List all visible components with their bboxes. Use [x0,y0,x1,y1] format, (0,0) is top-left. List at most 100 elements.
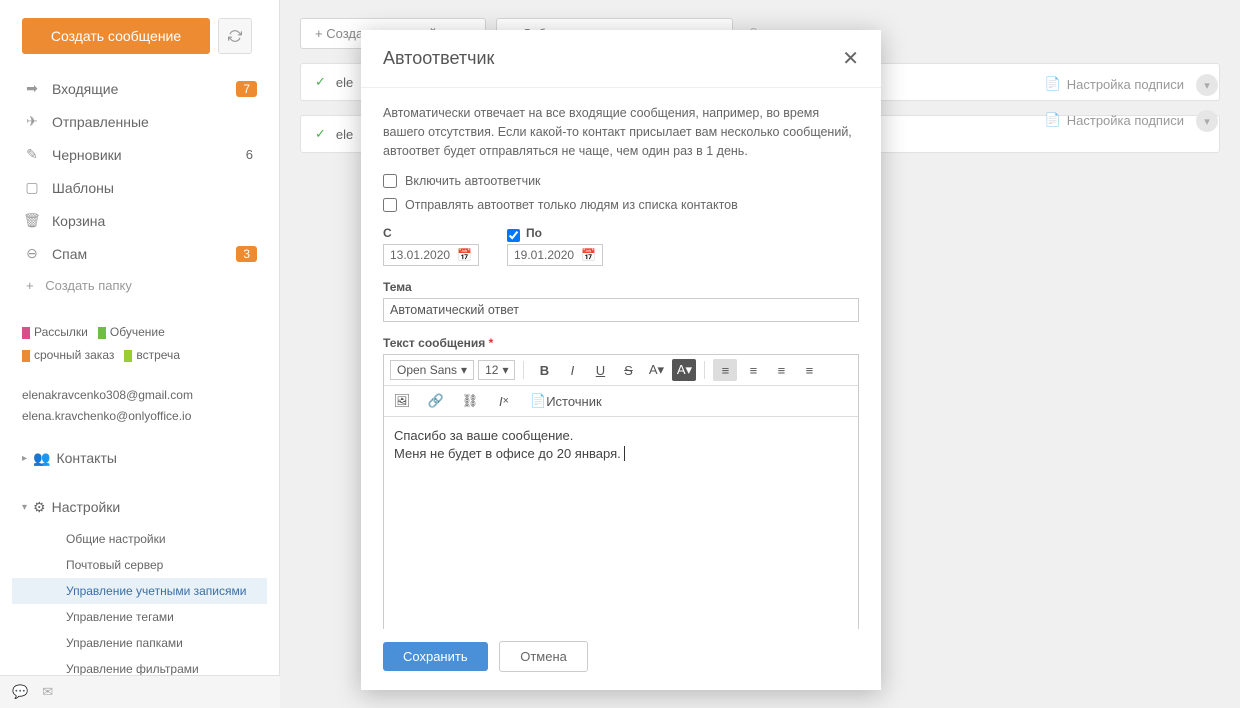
tag-item[interactable]: Рассылки [34,325,88,339]
folder-label: Входящие [52,81,236,97]
close-button[interactable]: ✕ [842,46,859,71]
subject-label: Тема [383,280,859,294]
sent-icon: ✈ [22,113,42,130]
to-date-label: По [526,226,542,240]
autoresponder-modal: Автоответчик ✕ Автоматически отвечает на… [361,30,881,690]
section-label: Настройки [52,499,121,515]
chevron-down-icon: ▾ [1204,115,1210,128]
section-label: Контакты [56,450,116,466]
badge: 3 [236,246,257,262]
enable-checkbox[interactable] [383,174,397,188]
signature-link[interactable]: 📄Настройка подписи [1045,76,1184,92]
image-button[interactable]: 🖼 [390,390,414,412]
tag-list: Рассылки Обучение срочный заказ встреча [12,321,267,367]
align-center-button[interactable]: ≡ [741,359,765,381]
contacts-icon: 👥 [33,450,50,467]
account-email: ele [336,75,353,90]
bg-color-button[interactable]: A▾ [672,359,696,381]
check-icon: ✓ [315,74,326,90]
folder-sent[interactable]: ✈ Отправленные [12,105,267,138]
folder-drafts[interactable]: ✎ Черновики 6 [12,138,267,171]
subject-input[interactable] [383,298,859,322]
to-date-input[interactable]: 19.01.2020 📅 [507,244,603,266]
align-justify-button[interactable]: ≡ [797,359,821,381]
tag-dot [98,327,106,339]
chevron-down-icon: ▾ [22,502,27,513]
settings-item-general[interactable]: Общие настройки [12,526,267,552]
unlink-button[interactable]: ⛓ [458,390,482,412]
from-date-value: 13.01.2020 [390,248,450,262]
chat-icon[interactable]: 💬 [12,684,28,700]
cancel-button[interactable]: Отмена [499,641,588,672]
text-color-button[interactable]: A▾ [644,359,668,381]
link-button[interactable]: 🔗 [424,390,448,412]
count: 6 [246,147,257,162]
save-button[interactable]: Сохранить [383,642,488,671]
body-text: Меня не будет в офисе до 20 января. [394,445,848,463]
spam-icon: ⊖ [22,245,42,262]
signature-link[interactable]: 📄Настройка подписи [1045,112,1184,128]
editor-textarea[interactable]: Спасибо за ваше сообщение. Меня не будет… [384,417,858,629]
account-item[interactable]: elena.kravchenko@onlyoffice.io [22,406,257,428]
italic-button[interactable]: I [560,359,584,381]
folder-label: Отправленные [52,114,257,130]
to-date-value: 19.01.2020 [514,248,574,262]
font-select[interactable]: Open Sans ▾ [390,360,474,380]
calendar-icon: 📅 [457,248,472,262]
folder-list: ➡ Входящие 7 ✈ Отправленные ✎ Черновики … [12,72,267,301]
settings-item-accounts[interactable]: Управление учетными записями [12,578,267,604]
source-button[interactable]: 📄 Источник [526,390,606,412]
create-folder-button[interactable]: + Создать папку [12,270,267,301]
underline-button[interactable]: U [588,359,612,381]
check-icon: ✓ [315,126,326,142]
settings-item-mailserver[interactable]: Почтовый сервер [12,552,267,578]
clear-format-button[interactable]: I× [492,390,516,412]
account-item[interactable]: elenakravcenko308@gmail.com [22,385,257,407]
align-right-button[interactable]: ≡ [769,359,793,381]
settings-item-folders[interactable]: Управление папками [12,630,267,656]
to-date-checkbox[interactable] [507,229,520,242]
refresh-button[interactable] [218,18,252,54]
folder-inbox[interactable]: ➡ Входящие 7 [12,72,267,105]
folder-label: Корзина [52,213,257,229]
contacts-section[interactable]: ▸ 👥 Контакты [12,440,267,477]
contacts-only-label: Отправлять автоответ только людям из спи… [405,198,738,212]
close-icon: ✕ [842,48,859,70]
gear-icon: ⚙ [33,499,46,516]
from-date-input[interactable]: 13.01.2020 📅 [383,244,479,266]
tag-dot [124,350,132,362]
templates-icon: ▢ [22,179,42,196]
drafts-icon: ✎ [22,146,42,163]
settings-item-tags[interactable]: Управление тегами [12,604,267,630]
body-text: Спасибо за ваше сообщение. [394,427,848,445]
calendar-icon: 📅 [581,248,596,262]
compose-button[interactable]: Создать сообщение [22,18,210,54]
align-left-button[interactable]: ≡ [713,359,737,381]
chevron-down-icon: ▾ [502,363,508,377]
mail-icon[interactable]: ✉ [42,684,53,700]
folder-spam[interactable]: ⊖ Спам 3 [12,237,267,270]
tag-item[interactable]: встреча [136,348,180,362]
badge: 7 [236,81,257,97]
bold-button[interactable]: B [532,359,556,381]
editor-toolbar: Open Sans ▾ 12 ▾ B I U S A▾ A▾ ≡ ≡ ≡ ≡ [384,355,858,386]
tag-item[interactable]: Обучение [110,325,165,339]
enable-label: Включить автоответчик [405,174,541,188]
folder-label: Шаблоны [52,180,257,196]
tag-dot [22,350,30,362]
folder-templates[interactable]: ▢ Шаблоны [12,171,267,204]
chevron-right-icon: ▸ [22,453,27,464]
menu-round-button[interactable]: ▾ [1196,74,1218,96]
menu-round-button[interactable]: ▾ [1196,110,1218,132]
tag-item[interactable]: срочный заказ [34,348,114,362]
modal-title: Автоответчик [383,48,494,69]
strike-button[interactable]: S [616,359,640,381]
contacts-only-checkbox[interactable] [383,198,397,212]
doc-icon: 📄 [1045,112,1061,128]
folder-trash[interactable]: 🗑 Корзина [12,204,267,237]
size-select[interactable]: 12 ▾ [478,360,515,380]
body-label: Текст сообщения * [383,336,859,350]
settings-section[interactable]: ▾ ⚙ Настройки [12,489,267,526]
folder-label: Черновики [52,147,246,163]
settings-list: Общие настройки Почтовый сервер Управлен… [12,526,267,682]
